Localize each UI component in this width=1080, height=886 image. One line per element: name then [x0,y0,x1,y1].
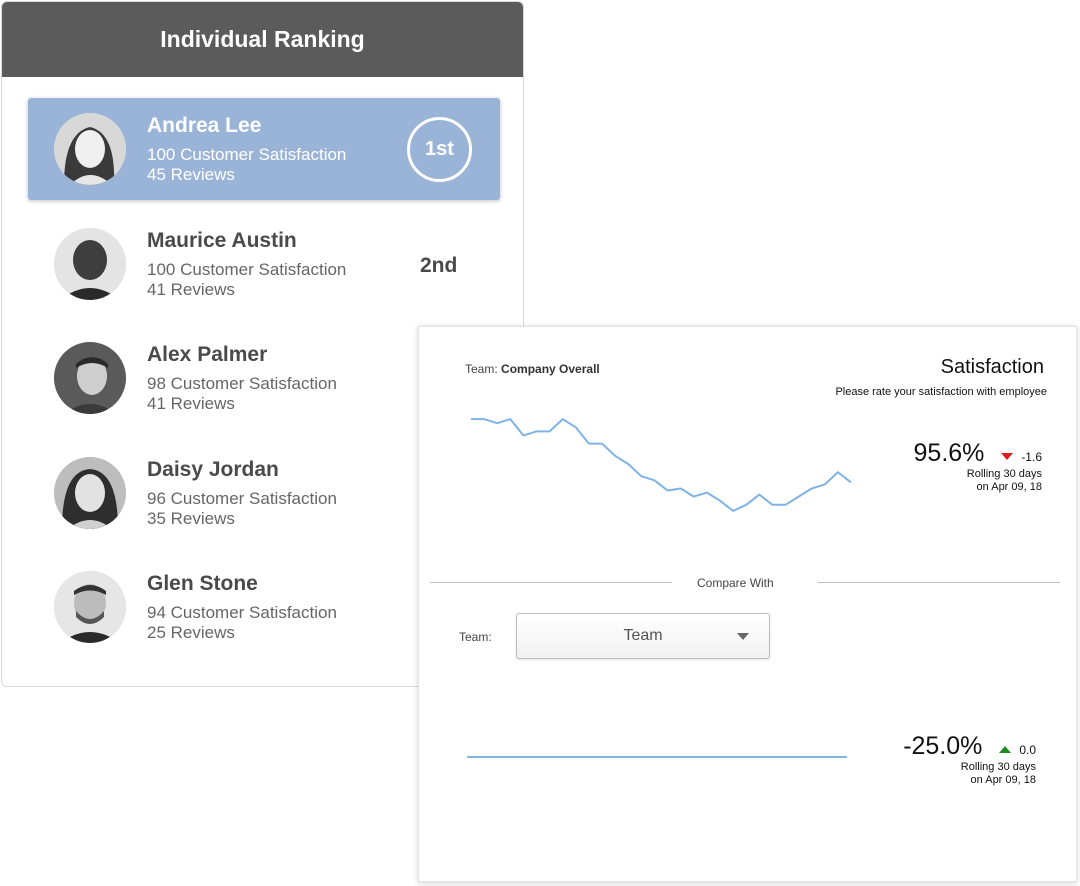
primary-delta: -1.6 [1021,450,1042,464]
person-name: Alex Palmer [147,343,268,366]
chevron-down-icon [737,633,749,640]
person-avatar-icon [54,342,126,414]
avatar [54,342,126,414]
person-avatar-icon [54,113,126,185]
divider-left [430,582,672,583]
compare-team-select-value: Team [623,627,663,644]
compare-team-select[interactable]: Team [516,613,770,659]
person-avatar-icon [54,457,126,529]
secondary-value: -25.0% [903,732,983,760]
primary-note-line1: Rolling 30 days [966,468,1042,480]
primary-stat: 95.6% -1.6 Rolling 30 days on Apr 09, 18 [914,439,1042,494]
trend-charts [467,418,852,758]
secondary-stat: -25.0% 0.0 Rolling 30 days on Apr 09, 18 [903,732,1036,787]
compare-with-label: Compare With [697,576,774,590]
person-satisfaction: 94 Customer Satisfaction [147,603,337,622]
avatar [54,113,126,185]
secondary-delta: 0.0 [1019,743,1036,757]
ranking-row-andrea-lee[interactable]: Andrea Lee 100 Customer Satisfaction 45 … [28,98,500,200]
divider-right [818,582,1060,583]
ranking-header: Individual Ranking [2,2,523,77]
person-reviews: 41 Reviews [147,394,235,413]
avatar [54,228,126,300]
person-satisfaction: 100 Customer Satisfaction [147,145,347,164]
rank-label: 2nd [420,254,458,277]
rank-badge: 1st [407,117,472,182]
person-satisfaction: 98 Customer Satisfaction [147,374,337,393]
person-name: Andrea Lee [147,114,262,137]
satisfaction-panel: Team: Company Overall Satisfaction Pleas… [418,326,1077,882]
person-reviews: 35 Reviews [147,509,235,528]
ranking-row-maurice-austin[interactable]: Maurice Austin 100 Customer Satisfaction… [28,213,500,315]
primary-note-line2: on Apr 09, 18 [976,481,1042,493]
avatar [54,457,126,529]
person-satisfaction: 96 Customer Satisfaction [147,489,337,508]
person-avatar-icon [54,571,126,643]
person-reviews: 25 Reviews [147,623,235,642]
person-name: Daisy Jordan [147,458,279,481]
person-reviews: 41 Reviews [147,280,235,299]
satisfaction-trend-line [471,418,852,512]
secondary-note-line2: on Apr 09, 18 [970,774,1036,786]
secondary-note-line1: Rolling 30 days [960,761,1036,773]
person-name: Glen Stone [147,572,258,595]
person-reviews: 45 Reviews [147,165,235,184]
primary-value: 95.6% [913,439,985,467]
compare-team-label: Team: [459,630,492,644]
person-name: Maurice Austin [147,229,297,252]
trend-down-icon [1000,453,1013,461]
trend-up-icon [998,746,1011,754]
ranking-title: Individual Ranking [160,26,365,52]
person-satisfaction: 100 Customer Satisfaction [147,260,347,279]
avatar [54,571,126,643]
person-avatar-icon [54,228,126,300]
